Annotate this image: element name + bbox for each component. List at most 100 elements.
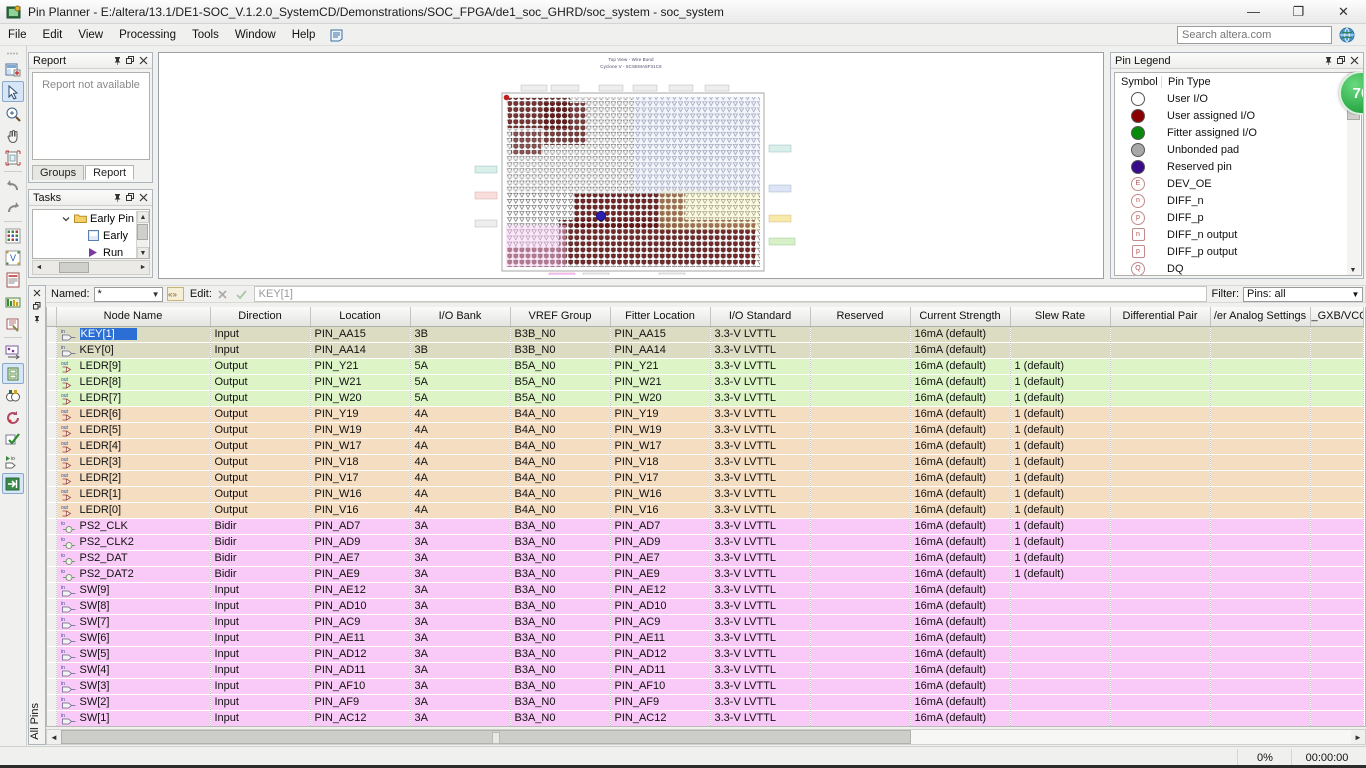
table-cell[interactable]: [1310, 358, 1364, 375]
table-cell[interactable]: [1110, 470, 1211, 487]
table-cell[interactable]: [1110, 630, 1211, 647]
table-cell[interactable]: 16mA (default): [910, 406, 1011, 423]
table-cell[interactable]: PIN_V18: [310, 454, 411, 471]
node-name-cell[interactable]: in SW[2]: [56, 694, 211, 711]
row-gutter[interactable]: [47, 662, 57, 679]
node-name-cell[interactable]: out LEDR[7]: [56, 390, 211, 407]
pin-legend-list[interactable]: Symbol Pin Type User I/O User assigned I/…: [1114, 72, 1362, 276]
table-cell[interactable]: 5A: [410, 374, 511, 391]
node-name-cell[interactable]: out LEDR[2]: [56, 470, 211, 487]
table-cell[interactable]: [1110, 438, 1211, 455]
table-cell[interactable]: 4A: [410, 502, 511, 519]
table-cell[interactable]: 16mA (default): [910, 486, 1011, 503]
restore-icon[interactable]: [29, 299, 45, 312]
task-item-early[interactable]: Early: [33, 227, 149, 244]
table-horizontal-scrollbar[interactable]: ◄ ►: [46, 729, 1366, 745]
redo-icon[interactable]: [2, 197, 24, 218]
all-pins-toggle-icon[interactable]: [2, 473, 24, 494]
table-cell[interactable]: [810, 710, 911, 726]
die-pin-matrix[interactable]: [159, 70, 1105, 275]
row-gutter[interactable]: [47, 614, 57, 631]
table-row[interactable]: in SW[7] Input PIN_AC9 3A B3A_N0 PIN_AC9 3.3-V …: [47, 614, 1364, 631]
table-cell[interactable]: B3A_N0: [510, 662, 611, 679]
table-cell[interactable]: PIN_W20: [310, 390, 411, 407]
table-cell[interactable]: [1110, 662, 1211, 679]
row-gutter[interactable]: [47, 502, 57, 519]
table-cell[interactable]: [1210, 614, 1311, 631]
table-cell[interactable]: Input: [210, 646, 311, 663]
scroll-thumb[interactable]: [61, 730, 911, 744]
pin-icon[interactable]: [1322, 54, 1335, 67]
restore-icon[interactable]: [124, 54, 137, 67]
table-cell[interactable]: 3A: [410, 566, 511, 583]
io-assignment-icon[interactable]: [2, 363, 24, 384]
table-cell[interactable]: 3.3-V LVTTL: [710, 470, 811, 487]
row-gutter[interactable]: [47, 454, 57, 471]
table-cell[interactable]: [810, 358, 911, 375]
table-cell[interactable]: [1310, 534, 1364, 551]
table-cell[interactable]: 3.3-V LVTTL: [710, 502, 811, 519]
table-cell[interactable]: [1110, 598, 1211, 615]
table-cell[interactable]: 1 (default): [1010, 566, 1111, 583]
table-cell[interactable]: PIN_Y21: [310, 358, 411, 375]
table-cell[interactable]: [1110, 518, 1211, 535]
table-cell[interactable]: 3A: [410, 598, 511, 615]
table-cell[interactable]: [1210, 582, 1311, 599]
table-row[interactable]: in SW[4] Input PIN_AD11 3A B3A_N0 PIN_AD11 3.3-…: [47, 662, 1364, 679]
table-cell[interactable]: 16mA (default): [910, 662, 1011, 679]
table-cell[interactable]: B3A_N0: [510, 630, 611, 647]
fit-in-window-icon[interactable]: [2, 147, 24, 168]
named-combo[interactable]: * ▼: [93, 286, 164, 302]
table-cell[interactable]: B3A_N0: [510, 598, 611, 615]
table-cell[interactable]: PIN_V16: [610, 502, 711, 519]
scroll-thumb[interactable]: [59, 262, 89, 273]
table-cell[interactable]: B4A_N0: [510, 454, 611, 471]
table-cell[interactable]: [1210, 678, 1311, 695]
table-cell[interactable]: [1310, 710, 1364, 726]
table-cell[interactable]: 3.3-V LVTTL: [710, 550, 811, 567]
node-name-cell[interactable]: out LEDR[9]: [56, 358, 211, 375]
table-cell[interactable]: PIN_W21: [610, 374, 711, 391]
table-cell[interactable]: [1010, 582, 1111, 599]
table-cell[interactable]: PIN_AD11: [610, 662, 711, 679]
node-name-cell[interactable]: in SW[7]: [56, 614, 211, 631]
table-cell[interactable]: [1310, 550, 1364, 567]
live-io-check-icon[interactable]: [2, 385, 24, 406]
table-cell[interactable]: 3A: [410, 614, 511, 631]
table-cell[interactable]: [810, 438, 911, 455]
table-cell[interactable]: [1210, 518, 1311, 535]
table-cell[interactable]: [1110, 406, 1211, 423]
table-cell[interactable]: 1 (default): [1010, 486, 1111, 503]
table-cell[interactable]: 1 (default): [1010, 374, 1111, 391]
table-cell[interactable]: 16mA (default): [910, 550, 1011, 567]
table-cell[interactable]: 3B: [410, 342, 511, 359]
table-cell[interactable]: Output: [210, 358, 311, 375]
table-cell[interactable]: 3A: [410, 710, 511, 726]
table-cell[interactable]: PIN_AD9: [310, 534, 411, 551]
table-cell[interactable]: Output: [210, 374, 311, 391]
table-cell[interactable]: PIN_AE11: [610, 630, 711, 647]
table-cell[interactable]: [1110, 422, 1211, 439]
node-name-cell[interactable]: out LEDR[6]: [56, 406, 211, 423]
table-cell[interactable]: 1 (default): [1010, 454, 1111, 471]
row-gutter[interactable]: [47, 406, 57, 423]
table-cell[interactable]: PIN_AE12: [610, 582, 711, 599]
table-row[interactable]: out LEDR[9] Output PIN_Y21 5A B5A_N0 PIN_Y21 3.…: [47, 358, 1364, 375]
table-cell[interactable]: PIN_V16: [310, 502, 411, 519]
table-cell[interactable]: [1110, 678, 1211, 695]
table-cell[interactable]: 3.3-V LVTTL: [710, 694, 811, 711]
table-cell[interactable]: 16mA (default): [910, 630, 1011, 647]
table-cell[interactable]: [810, 662, 911, 679]
table-cell[interactable]: [1010, 678, 1111, 695]
pin-finder-icon[interactable]: [2, 313, 24, 334]
table-cell[interactable]: [1110, 374, 1211, 391]
table-cell[interactable]: [1310, 374, 1364, 391]
menu-processing[interactable]: Processing: [111, 27, 184, 43]
scroll-thumb[interactable]: [137, 224, 148, 240]
close-icon[interactable]: [137, 191, 150, 204]
table-cell[interactable]: 3A: [410, 646, 511, 663]
table-cell[interactable]: [1210, 326, 1311, 343]
wildcard-icon[interactable]: «»: [166, 286, 185, 302]
row-gutter[interactable]: [47, 470, 57, 487]
table-cell[interactable]: 16mA (default): [910, 374, 1011, 391]
